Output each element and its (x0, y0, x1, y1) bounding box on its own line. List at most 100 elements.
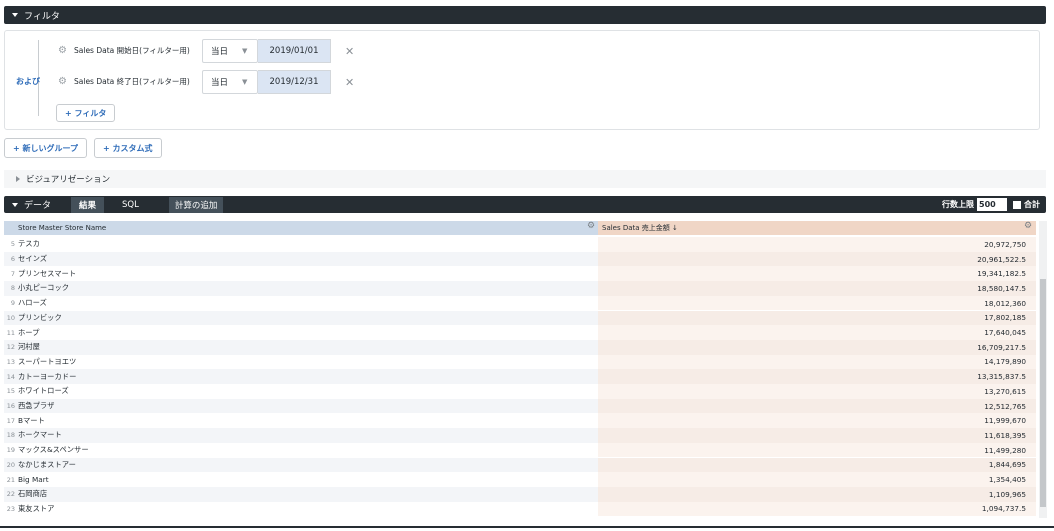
sales-amount-cell: 16,709,217.5 (598, 339, 1036, 355)
store-name-cell: Bマート (18, 415, 45, 425)
row-number: 20 (6, 460, 15, 469)
gear-icon[interactable]: ⚙ (58, 46, 68, 56)
totals-label: 合計 (1024, 200, 1040, 209)
store-name-cell: セインズ (18, 254, 48, 264)
store-name-cell: スーパートヨエツ (18, 356, 77, 366)
column-header-label: Sales Data 売上金額 ↓ (602, 224, 678, 232)
sales-amount-cell: 14,179,890 (598, 354, 1036, 370)
collapse-triangle-icon[interactable] (12, 202, 18, 207)
store-name-cell: カトーヨーカドー (18, 371, 77, 381)
scrollbar-thumb[interactable] (1040, 279, 1046, 507)
store-name-cell: 小丸ピーコック (18, 283, 70, 293)
chevron-down-icon: ▼ (242, 78, 248, 86)
table-row: 14 カトーヨーカドー 13,315,837.5 (4, 369, 1036, 384)
table-row: 11 ホープ 17,640,045 (4, 325, 1036, 340)
row-number: 22 (6, 490, 15, 499)
vertical-scrollbar[interactable] (1039, 221, 1047, 518)
store-name-cell: マックス&スペンサー (18, 445, 89, 455)
row-number: 19 (6, 446, 15, 455)
custom-expression-button[interactable]: + カスタム式 (94, 138, 162, 158)
filter-field-label: Sales Data 終了日(フィルター用) (74, 77, 190, 86)
table-row: 7 プリンセスマート 19,341,182.5 (4, 266, 1036, 282)
sales-amount-cell: 1,844,695 (598, 457, 1036, 473)
sales-amount-cell: 17,640,045 (598, 325, 1036, 340)
store-name-cell: ホープ (18, 327, 40, 337)
sales-amount-cell: 13,315,837.5 (598, 369, 1036, 384)
filter-operator-select[interactable]: 当日 ▼ (202, 70, 258, 94)
sales-amount-cell: 1,109,965 (598, 486, 1036, 502)
column-header-sales-amount[interactable]: Sales Data 売上金額 ↓ (598, 221, 1036, 235)
sales-amount-cell: 12,512,765 (598, 398, 1036, 414)
store-name-cell: ホワイトローズ (18, 386, 69, 396)
remove-filter-icon[interactable]: ✕ (345, 45, 354, 58)
row-limit-input[interactable]: 500 (977, 198, 1007, 211)
store-name-cell: プリンセスマート (18, 268, 77, 278)
store-name-cell: なかじまストアー (18, 459, 76, 469)
sales-amount-cell: 17,802,185 (598, 310, 1036, 326)
row-number: 6 (10, 255, 15, 264)
store-name-cell: 石岡商店 (18, 489, 48, 499)
store-name-cell: ハローズ (18, 298, 47, 308)
row-number: 13 (6, 357, 15, 366)
store-name-cell: Big Mart (18, 475, 49, 485)
tab-sql[interactable]: SQL (114, 198, 147, 212)
store-name-cell: テスカ (18, 239, 40, 249)
column-header-store-name[interactable]: Store Master Store Name (4, 221, 598, 235)
sales-amount-cell: 11,999,670 (598, 413, 1036, 429)
totals-checkbox[interactable] (1013, 200, 1021, 209)
row-number: 18 (6, 431, 15, 440)
filter-date-input[interactable]: 2019/12/31 (258, 70, 331, 94)
table-row: 6 セインズ 20,961,522.5 (4, 251, 1036, 267)
data-section-title: データ (24, 201, 52, 211)
filter-row-end-date: ⚙ Sales Data 終了日(フィルター用) 当日 ▼ 2019/12/31… (58, 69, 354, 95)
results-table: Store Master Store Name ⚙ Sales Data 売上金… (4, 221, 1047, 518)
row-limit-label: 行数上限 (942, 200, 974, 209)
table-row: 13 スーパートヨエツ 14,179,890 (4, 354, 1036, 370)
expand-triangle-icon (16, 176, 20, 182)
column-header-label: Store Master Store Name (18, 224, 107, 232)
visualization-title: ビジュアリゼーション (26, 175, 111, 185)
store-name-cell: 東友ストア (18, 503, 55, 513)
gear-icon[interactable]: ⚙ (1024, 221, 1032, 231)
filter-section-header[interactable]: フィルタ (4, 6, 1046, 24)
filter-operator-value: 当日 (211, 47, 229, 57)
row-number: 8 (10, 284, 15, 293)
table-row: 16 西急プラザ 12,512,765 (4, 398, 1036, 414)
filter-operator-select[interactable]: 当日 ▼ (202, 39, 258, 63)
filter-date-input[interactable]: 2019/01/01 (258, 39, 331, 63)
add-calculation-button[interactable]: 計算の追加 (168, 196, 224, 213)
collapse-triangle-icon (12, 13, 18, 17)
sales-amount-cell: 1,354,405 (598, 472, 1036, 487)
sales-amount-cell: 20,961,522.5 (598, 251, 1036, 267)
sales-amount-cell: 19,341,182.5 (598, 266, 1036, 282)
bottom-divider (0, 526, 1054, 528)
gear-icon[interactable]: ⚙ (587, 221, 595, 231)
table-row: 19 マックス&スペンサー 11,499,280 (4, 442, 1036, 458)
table-row: 15 ホワイトローズ 13,270,615 (4, 384, 1036, 399)
row-number: 10 (6, 313, 15, 322)
store-name-cell: 河村屋 (18, 342, 40, 352)
row-number: 11 (6, 328, 15, 337)
filter-conjunction[interactable]: および (16, 76, 40, 87)
add-filter-button[interactable]: + フィルタ (56, 104, 116, 122)
chevron-down-icon: ▼ (242, 47, 248, 55)
gear-icon[interactable]: ⚙ (58, 77, 68, 87)
remove-filter-icon[interactable]: ✕ (345, 76, 354, 89)
store-name-cell: プリンビック (18, 312, 62, 322)
row-number: 12 (6, 343, 15, 352)
sales-amount-cell: 20,972,750 (598, 237, 1036, 252)
table-row: 21 Big Mart 1,354,405 (4, 472, 1036, 487)
tab-results[interactable]: 結果 (71, 196, 105, 213)
visualization-section-header[interactable]: ビジュアリゼーション (4, 170, 1046, 188)
sales-amount-cell: 13,270,615 (598, 384, 1036, 399)
table-row: 22 石岡商店 1,109,965 (4, 486, 1036, 502)
sales-amount-cell: 18,012,360 (598, 295, 1036, 311)
sales-amount-cell: 18,580,147.5 (598, 281, 1036, 296)
filter-field-label: Sales Data 開始日(フィルター用) (74, 46, 190, 55)
table-row: 18 ホークマート 11,618,395 (4, 428, 1036, 443)
filter-operator-value: 当日 (211, 78, 229, 88)
row-limit-control: 行数上限 500 合計 (942, 198, 1046, 211)
new-group-button[interactable]: + 新しいグループ (4, 138, 88, 158)
table-row: 12 河村屋 16,709,217.5 (4, 339, 1036, 355)
row-number: 9 (10, 299, 15, 308)
